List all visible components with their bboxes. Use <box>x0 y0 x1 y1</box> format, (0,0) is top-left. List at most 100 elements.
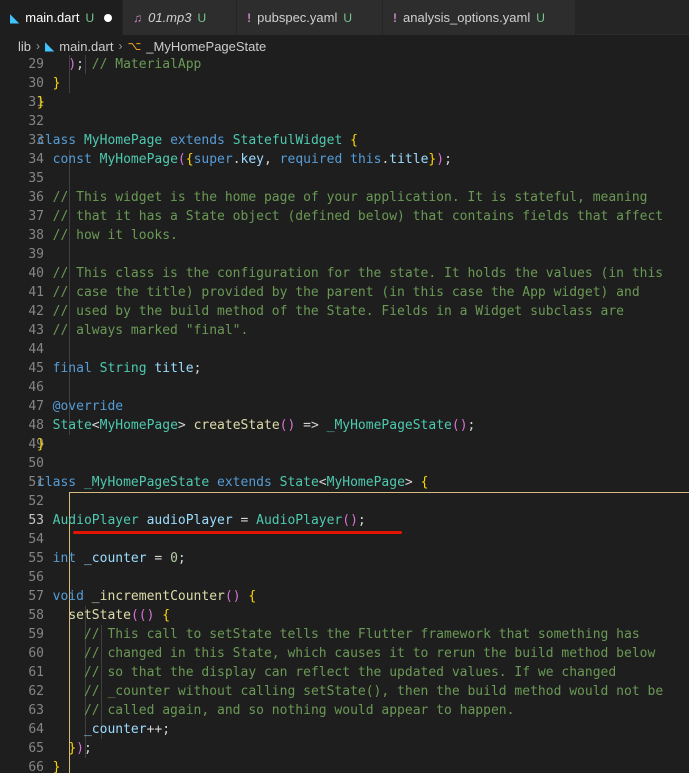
code-line: 65 }); <box>0 739 689 758</box>
code-line: 58 setState(() { <box>0 606 689 625</box>
code-text[interactable]: // This call to setState tells the Flutt… <box>37 625 640 644</box>
tab-label: analysis_options.yaml <box>403 10 531 25</box>
code-text[interactable]: @override <box>37 397 123 416</box>
code-line: 39 <box>0 245 689 264</box>
code-line: 63 // called again, and so nothing would… <box>0 701 689 720</box>
chevron-right-icon: › <box>118 39 123 53</box>
breadcrumb-file[interactable]: main.dart <box>59 39 113 54</box>
class-symbol-icon: ⌥ <box>127 39 142 53</box>
breadcrumb-symbol[interactable]: _MyHomePageState <box>146 39 266 54</box>
breadcrumb-folder[interactable]: lib <box>18 39 31 54</box>
yaml-icon: ! <box>393 10 398 25</box>
code-text[interactable]: } <box>37 74 61 93</box>
code-text[interactable]: // case the title) provided by the paren… <box>37 283 640 302</box>
code-line: 46 <box>0 378 689 397</box>
code-text[interactable]: // This widget is the home page of your … <box>37 188 648 207</box>
code-line: 35 <box>0 169 689 188</box>
code-line: 55 int _counter = 0; <box>0 549 689 568</box>
line-number: 46 <box>28 380 44 395</box>
code-line: 44 <box>0 340 689 359</box>
editor-tab-bar: ◣ main.dart U ♫ 01.mp3 U! pubspec.yaml U! analys… <box>0 0 689 35</box>
code-text[interactable]: _counter++; <box>37 720 170 739</box>
line-number: 52 <box>28 494 44 509</box>
line-number: 54 <box>28 532 44 547</box>
code-line: 66 } <box>0 758 689 773</box>
line-number: 50 <box>28 456 44 471</box>
tab-pubspec-yaml[interactable]: ! pubspec.yaml U <box>237 0 384 35</box>
code-text[interactable]: int _counter = 0; <box>37 549 186 568</box>
line-number: 39 <box>28 247 44 262</box>
tab-label: pubspec.yaml <box>257 10 338 25</box>
git-status-badge: U <box>85 10 95 25</box>
breadcrumb: lib › ◣ main.dart › ⌥ _MyHomePageState <box>0 35 689 57</box>
tab-main-dart[interactable]: ◣ main.dart U <box>0 0 124 35</box>
code-text[interactable]: class _MyHomePageState extends State<MyH… <box>37 473 428 492</box>
code-line: 52 <box>0 492 689 511</box>
code-line: 51 class _MyHomePageState extends State<M… <box>0 473 689 492</box>
code-line: 36 // This widget is the home page of yo… <box>0 188 689 207</box>
code-text[interactable]: // changed in this State, which causes i… <box>37 644 655 663</box>
code-line: 62 // _counter without calling setState(… <box>0 682 689 701</box>
code-line: 47 @override <box>0 397 689 416</box>
unsaved-dot-icon[interactable] <box>104 13 113 22</box>
code-text[interactable]: // that it has a State object (defined b… <box>37 207 663 226</box>
code-line: 50 <box>0 454 689 473</box>
audio-file-icon: ♫ <box>133 10 143 25</box>
code-line: 43 // always marked "final". <box>0 321 689 340</box>
code-line: 48 State<MyHomePage> createState() => _M… <box>0 416 689 435</box>
code-text[interactable]: const MyHomePage({super.key, required th… <box>37 150 452 169</box>
dart-file-icon: ◣ <box>45 39 55 53</box>
code-text[interactable]: // called again, and so nothing would ap… <box>37 701 514 720</box>
yaml-icon: ! <box>247 10 252 25</box>
code-text[interactable]: } <box>37 758 61 773</box>
code-text[interactable]: // This class is the configuration for t… <box>37 264 663 283</box>
line-number: 32 <box>28 114 44 129</box>
code-line: 38 // how it looks. <box>0 226 689 245</box>
code-text[interactable]: } <box>37 435 45 454</box>
code-line: 57 void _incrementCounter() { <box>0 587 689 606</box>
code-text[interactable]: setState(() { <box>37 606 170 625</box>
git-status-badge: U <box>343 10 353 25</box>
code-text[interactable]: AudioPlayer audioPlayer = AudioPlayer(); <box>37 511 366 530</box>
code-text[interactable]: State<MyHomePage> createState() => _MyHo… <box>37 416 476 435</box>
code-text[interactable]: class MyHomePage extends StatefulWidget … <box>37 131 358 150</box>
code-line: 61 // so that the display can reflect th… <box>0 663 689 682</box>
dart-icon: ◣ <box>10 10 20 25</box>
code-line: 30 } <box>0 74 689 93</box>
chevron-right-icon: › <box>36 39 41 53</box>
code-line: 33 class MyHomePage extends StatefulWidge… <box>0 131 689 150</box>
code-text[interactable]: } <box>37 93 45 112</box>
code-text[interactable]: void _incrementCounter() { <box>37 587 257 606</box>
tab-01-mp3[interactable]: ♫ 01.mp3 U <box>123 0 238 35</box>
code-text[interactable]: final String title; <box>37 359 202 378</box>
code-text[interactable]: }); <box>37 739 91 758</box>
code-line: 56 <box>0 568 689 587</box>
code-line: 41 // case the title) provided by the pa… <box>0 283 689 302</box>
line-number: 56 <box>28 570 44 585</box>
line-number: 35 <box>28 171 44 186</box>
code-text[interactable]: // used by the build method of the State… <box>37 302 624 321</box>
git-status-badge: U <box>536 10 545 25</box>
code-line: 31} <box>0 93 689 112</box>
code-line: 37 // that it has a State object (define… <box>0 207 689 226</box>
line-number: 44 <box>28 342 44 357</box>
code-line: 49} <box>0 435 689 454</box>
code-line: 53 AudioPlayer audioPlayer = AudioPlayer… <box>0 511 689 530</box>
tab-analysis-options-yaml[interactable]: ! analysis_options.yaml U <box>383 0 576 35</box>
code-line: 54 <box>0 530 689 549</box>
code-text[interactable]: // always marked "final". <box>37 321 249 340</box>
tab-label: main.dart <box>25 10 80 25</box>
code-text[interactable]: // so that the display can reflect the u… <box>37 663 616 682</box>
code-editor[interactable]: 29 ); // MaterialApp 30 } 31} 32 33 class MyH… <box>0 55 689 773</box>
code-text[interactable]: // how it looks. <box>37 226 178 245</box>
code-line: 60 // changed in this State, which cause… <box>0 644 689 663</box>
code-line: 32 <box>0 112 689 131</box>
git-status-badge: U <box>197 10 207 25</box>
tab-label: 01.mp3 <box>148 10 192 25</box>
code-line: 29 ); // MaterialApp <box>0 55 689 74</box>
code-line: 40 // This class is the configuration fo… <box>0 264 689 283</box>
code-line: 64 _counter++; <box>0 720 689 739</box>
code-line: 45 final String title; <box>0 359 689 378</box>
code-text[interactable]: ); // MaterialApp <box>37 55 201 74</box>
code-text[interactable]: // _counter without calling setState(), … <box>37 682 663 701</box>
